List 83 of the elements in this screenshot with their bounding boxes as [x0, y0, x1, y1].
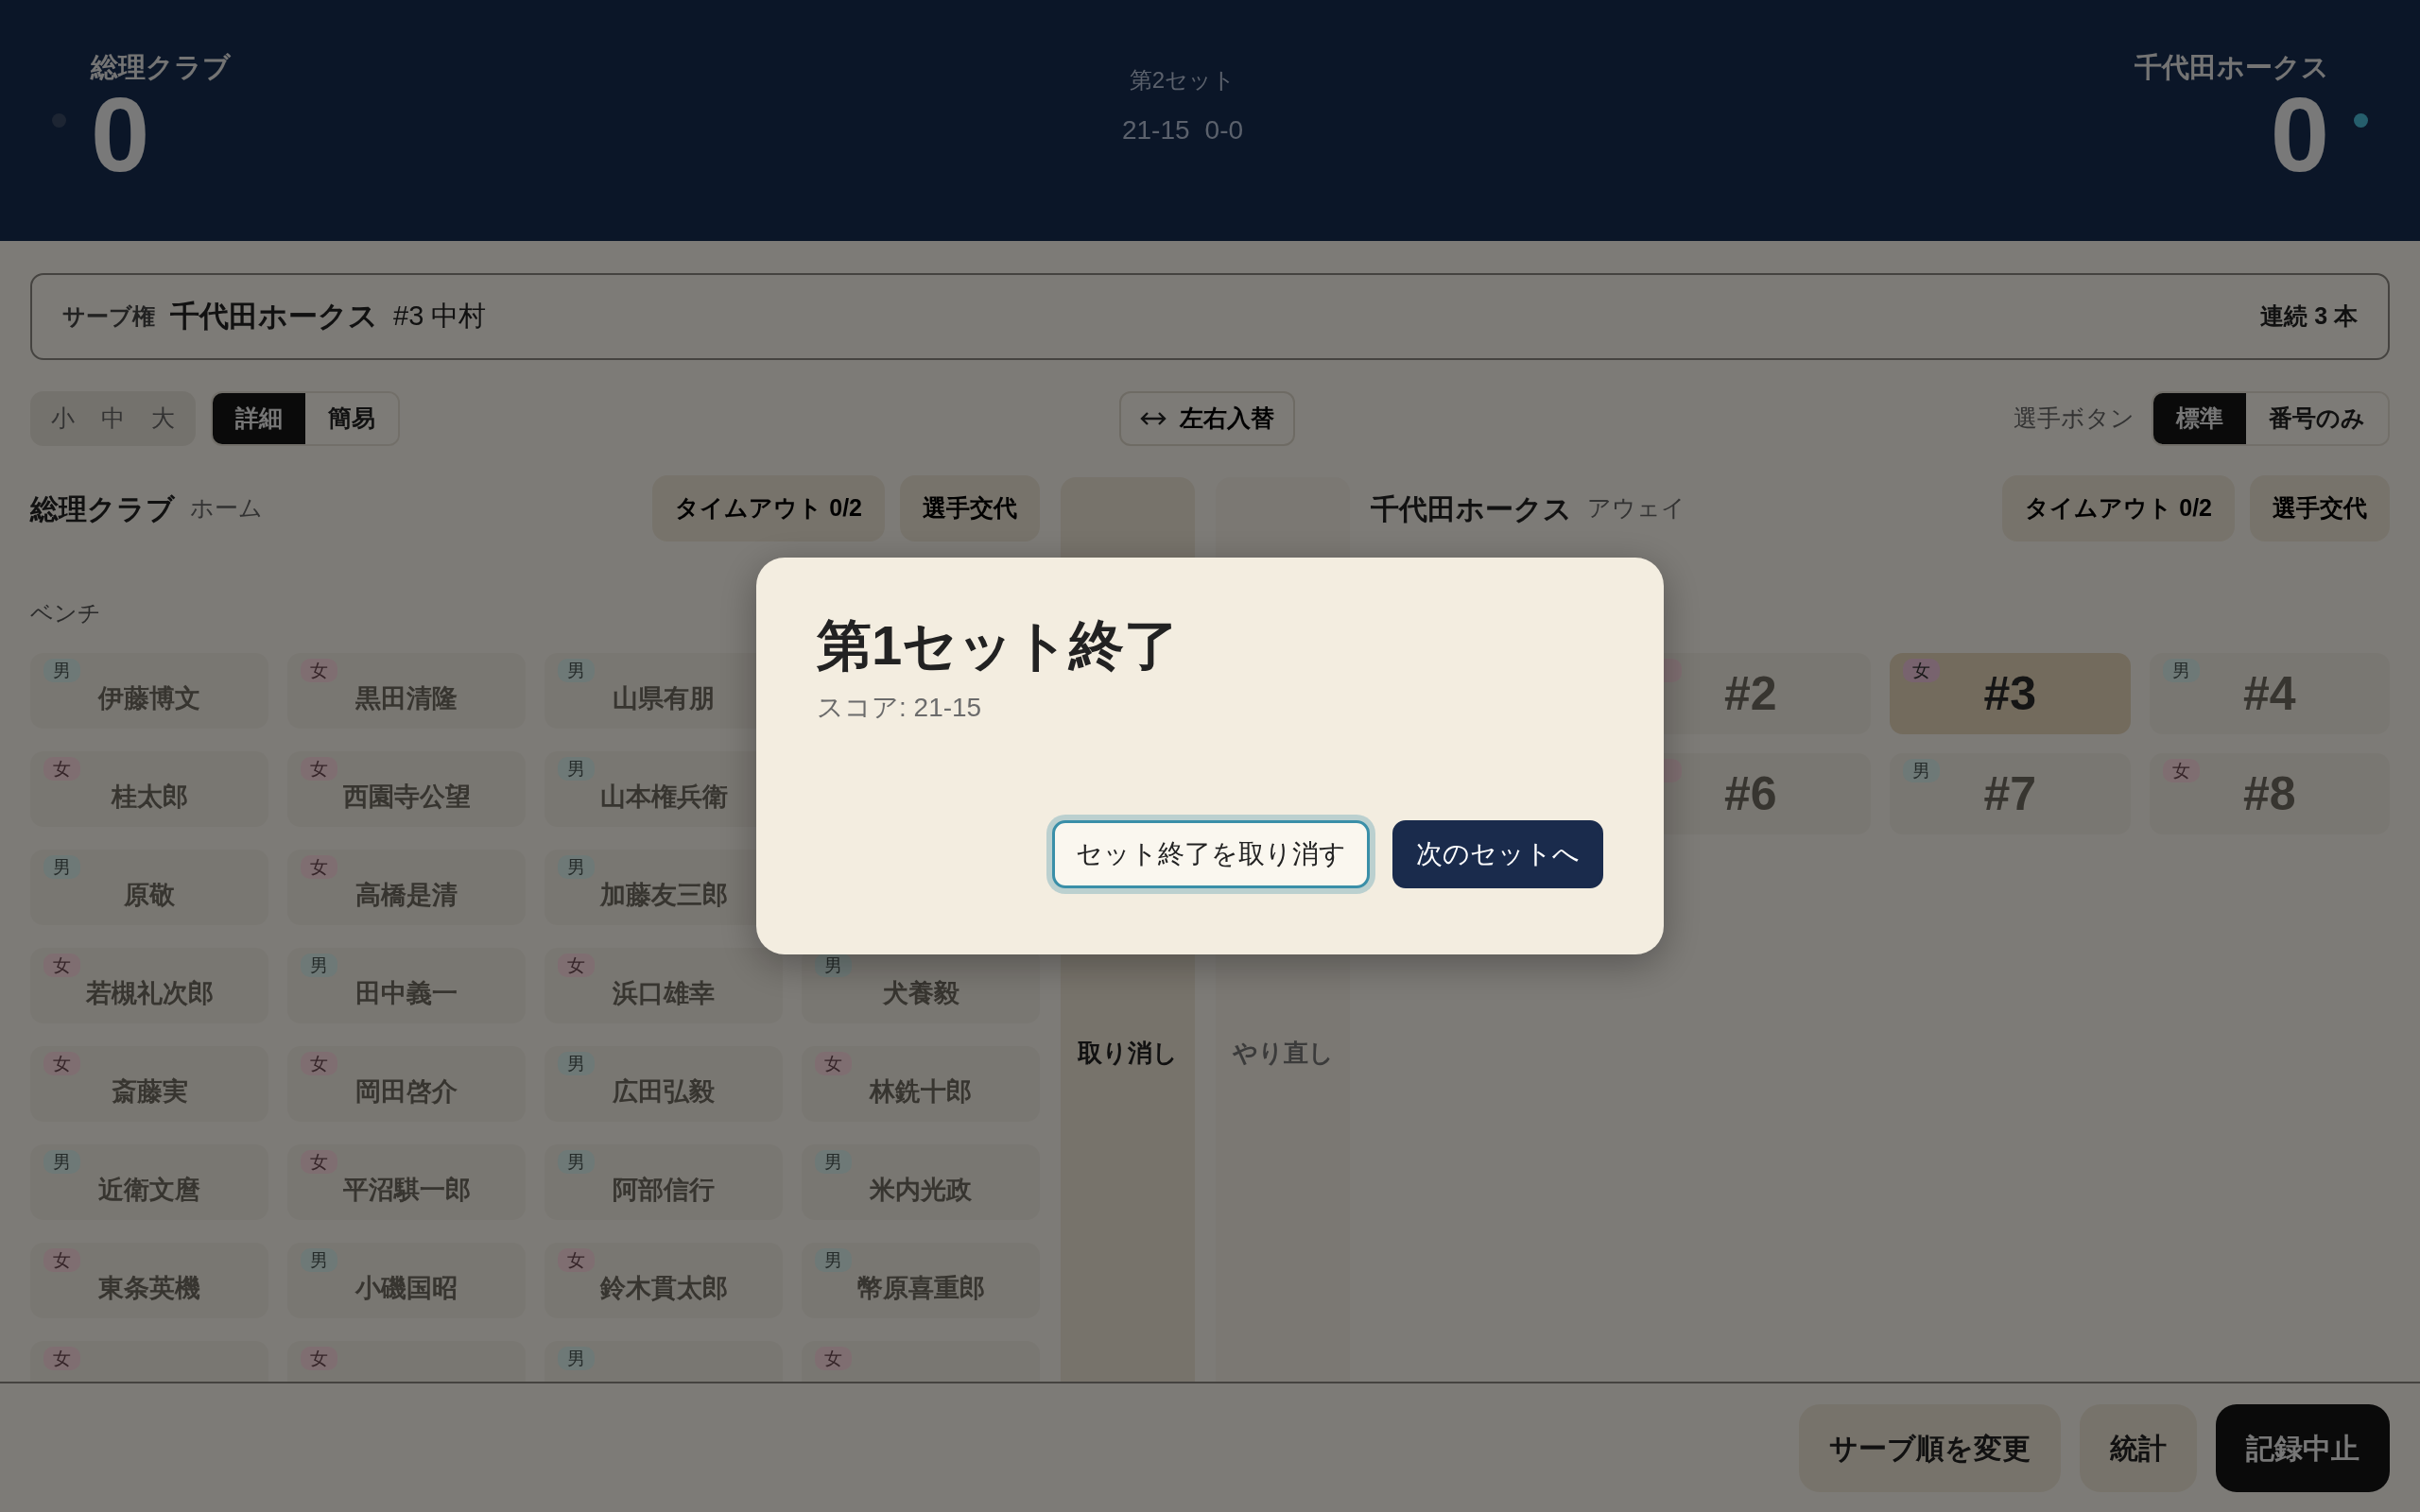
gender-tag: 女 — [301, 1052, 337, 1075]
dialog-title: 第1セット終了 — [817, 613, 1181, 678]
gender-tag: 男 — [558, 855, 595, 879]
gender-tag: 男 — [2162, 659, 2200, 682]
gender-tag: 男 — [558, 757, 595, 781]
team-name: 千代田ホークス — [1371, 491, 1572, 526]
player-name: 岡田啓介 — [355, 1075, 458, 1108]
gender-tag: 男 — [558, 1347, 595, 1370]
player-name: 黒田清隆 — [355, 682, 458, 714]
gender-tag: 男 — [43, 855, 80, 879]
player-name: 浜口雄幸 — [613, 977, 715, 1009]
gender-tag: 男 — [815, 1248, 852, 1272]
gender-tag: 女 — [301, 855, 337, 879]
team-name: 千代田ホークス — [2135, 52, 2329, 83]
gender-tag: 男 — [815, 954, 852, 977]
team-score: 0 — [2269, 82, 2329, 189]
player-name: 林銑十郎 — [870, 1075, 972, 1108]
team-name: 総理クラブ — [91, 52, 231, 83]
player-name: 近衛文麿 — [98, 1174, 200, 1206]
player-number: #3 — [1983, 665, 2037, 722]
serve-streak: 連続 3 本 — [2260, 301, 2358, 332]
player-name: 東条英機 — [98, 1272, 200, 1304]
current-score: 0-0 — [1204, 113, 1244, 146]
gender-tag: 男 — [43, 659, 80, 682]
gender-tag: 男 — [1903, 759, 1940, 782]
player-name: 伊藤博文 — [98, 682, 200, 714]
player-number: #8 — [2242, 765, 2296, 822]
gender-tag: 女 — [43, 757, 80, 781]
player-name: 広田弘毅 — [613, 1075, 715, 1108]
serve-label: サーブ権 — [62, 302, 155, 331]
team-score: 0 — [91, 82, 150, 189]
player-name: 鈴木貫太郎 — [599, 1272, 728, 1304]
gender-tag: 女 — [815, 1347, 852, 1370]
button-mode-label: 選手ボタン — [2014, 404, 2135, 434]
gender-tag: 男 — [558, 659, 595, 682]
player-name: 幣原喜重郎 — [856, 1272, 985, 1304]
player-name: 小磯国昭 — [355, 1272, 458, 1304]
gender-tag: 男 — [558, 1150, 595, 1174]
player-name: 平沼騏一郎 — [342, 1174, 471, 1206]
gender-tag: 女 — [815, 1052, 852, 1075]
player-number: #7 — [1983, 765, 2037, 822]
gender-tag: 女 — [43, 1347, 80, 1370]
set-scores: 21-15 — [1121, 113, 1190, 146]
player-name: 加藤友三郎 — [599, 879, 728, 911]
player-name: 桂太郎 — [111, 781, 188, 813]
gender-tag: 男 — [558, 1052, 595, 1075]
team-role: ホーム — [190, 493, 263, 524]
serving-player: #3 中村 — [393, 300, 487, 334]
player-number: #4 — [2242, 665, 2296, 722]
player-name: 米内光政 — [870, 1174, 972, 1206]
player-name: 田中義一 — [355, 977, 458, 1009]
gender-tag: 女 — [301, 659, 337, 682]
player-name: 斎藤実 — [111, 1075, 188, 1108]
player-number: #6 — [1723, 765, 1777, 822]
player-name: 西園寺公望 — [342, 781, 471, 813]
gender-tag: 女 — [43, 1248, 80, 1272]
gender-tag: 女 — [558, 1248, 595, 1272]
gender-tag: 女 — [2162, 759, 2200, 782]
gender-tag: 女 — [301, 757, 337, 781]
serving-team: 千代田ホークス — [170, 298, 378, 335]
player-name: 阿部信行 — [613, 1174, 715, 1206]
player-name: 原敬 — [124, 879, 175, 911]
gender-tag: 女 — [301, 1150, 337, 1174]
gender-tag: 女 — [558, 954, 595, 977]
gender-tag: 男 — [301, 954, 337, 977]
player-name: 山本権兵衛 — [599, 781, 728, 813]
gender-tag: 女 — [43, 1052, 80, 1075]
team-name: 総理クラブ — [30, 491, 175, 526]
gender-tag: 女 — [301, 1347, 337, 1370]
player-name: 山県有朋 — [613, 682, 715, 714]
player-name: 高橋是清 — [355, 879, 458, 911]
player-name: 若槻礼次郎 — [85, 977, 214, 1009]
dialog-subtitle: スコア: 21-15 — [817, 691, 983, 724]
bench-label: ベンチ — [30, 600, 101, 626]
gender-tag: 男 — [43, 1150, 80, 1174]
player-number: #2 — [1723, 665, 1777, 722]
gender-tag: 男 — [815, 1150, 852, 1174]
gender-tag: 男 — [301, 1248, 337, 1272]
gender-tag: 女 — [1903, 659, 1940, 682]
player-name: 犬養毅 — [882, 977, 959, 1009]
team-role: アウェイ — [1587, 493, 1685, 524]
set-label: 第2セット — [1128, 65, 1237, 94]
gender-tag: 女 — [43, 954, 80, 977]
